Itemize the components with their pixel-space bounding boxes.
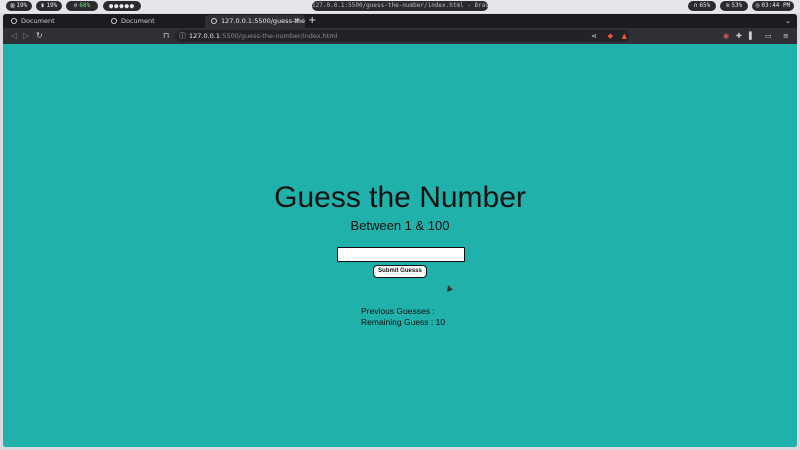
reload-icon[interactable]: ↻ — [36, 30, 43, 42]
chevron-down-icon[interactable]: ⌄ — [785, 14, 791, 28]
tab-view-icon[interactable]: ▭ — [765, 30, 772, 42]
memory-indicator: ▮ 19% — [36, 1, 62, 11]
wifi-value: 53% — [731, 2, 743, 9]
tab-document-2[interactable]: Document — [105, 15, 205, 28]
address-bar[interactable]: ⓘ 127.0.0.1:5500/guess-the-number/index.… — [175, 30, 629, 42]
globe-icon — [211, 18, 217, 24]
url-host: 127.0.0.1 — [189, 32, 221, 40]
browser-window: Document Document 127.0.0.1:5500/guess-t… — [3, 14, 797, 447]
url-text: 127.0.0.1:5500/guess-the-number/index.ht… — [189, 30, 338, 42]
window-title: 127.0.0.1:5500/guess-the-number/index.ht… — [312, 1, 488, 11]
system-bar: ▥ 19% ▮ 19% ⊘ 68% ●●●●● 127.0.0.1:5500/gues… — [0, 0, 800, 13]
clock-icon: ◷ — [755, 2, 760, 9]
new-tab-button[interactable]: + — [308, 14, 316, 28]
volume-value: 65% — [699, 2, 711, 9]
browser-toolbar: ◁ ▷ ↻ ⊓ ⓘ 127.0.0.1:5500/guess-the-numbe… — [3, 28, 797, 44]
sidebar-icon[interactable]: ▌ — [749, 30, 754, 42]
globe-icon — [111, 18, 117, 24]
brave-shield-icon[interactable]: ◆ — [608, 31, 613, 41]
share-icon[interactable]: ⋖ — [591, 30, 597, 42]
tab-label: Document — [21, 17, 55, 25]
volume-indicator[interactable]: ∩ 65% — [688, 1, 716, 11]
cpu-indicator: ▥ 19% — [6, 1, 32, 11]
workspace-switcher[interactable]: ●●●●● — [103, 1, 141, 11]
url-path: :5500/guess-the-number/index.html — [220, 32, 338, 40]
globe-icon — [11, 18, 17, 24]
wifi-icon: ≋ — [725, 2, 730, 9]
page-subtitle: Between 1 & 100 — [350, 218, 450, 233]
guess-input[interactable] — [337, 247, 465, 262]
tab-document-1[interactable]: Document — [5, 15, 103, 28]
wifi-indicator[interactable]: ≋ 53% — [720, 1, 748, 11]
bookmark-icon[interactable]: ⊓ — [163, 30, 169, 42]
chart-icon: ▥ — [10, 2, 15, 9]
extensions-icon[interactable]: ✚ — [736, 30, 742, 42]
submit-guess-button[interactable]: Submit Guesss — [373, 265, 427, 278]
memory-value: 19% — [46, 2, 58, 9]
tab-strip: Document Document 127.0.0.1:5500/guess-t… — [3, 14, 797, 28]
headphones-icon: ∩ — [693, 2, 698, 9]
wallet-icon[interactable]: ◉ — [723, 30, 729, 42]
tab-label: 127.0.0.1:5500/guess-the-n — [221, 17, 305, 25]
mouse-cursor — [445, 284, 453, 292]
tab-label: Document — [121, 17, 155, 25]
forward-icon[interactable]: ▷ — [23, 30, 29, 42]
disk-icon: ⊘ — [73, 2, 78, 9]
disk-value: 68% — [79, 2, 91, 9]
clock-value: 03:44 PM — [761, 2, 791, 9]
tab-guess-the-number[interactable]: 127.0.0.1:5500/guess-the-n ✕ — [205, 15, 305, 28]
back-icon[interactable]: ◁ — [11, 30, 17, 42]
remaining-guess: Remaining Guess : 10 — [361, 317, 446, 327]
page-title: Guess the Number — [274, 181, 526, 214]
rewards-icon[interactable]: ▲ — [622, 31, 627, 41]
info-icon[interactable]: ⓘ — [179, 30, 186, 42]
menu-icon[interactable]: ≡ — [783, 30, 789, 42]
thermometer-icon: ▮ — [40, 2, 45, 9]
cpu-value: 19% — [16, 2, 28, 9]
close-icon[interactable]: ✕ — [294, 15, 300, 28]
page-viewport: Guess the Number Between 1 & 100 Submit … — [3, 44, 797, 447]
clock: ◷ 03:44 PM — [752, 1, 794, 11]
disk-indicator: ⊘ 68% — [66, 1, 98, 11]
previous-guesses: Previous Guesses : — [361, 306, 435, 316]
